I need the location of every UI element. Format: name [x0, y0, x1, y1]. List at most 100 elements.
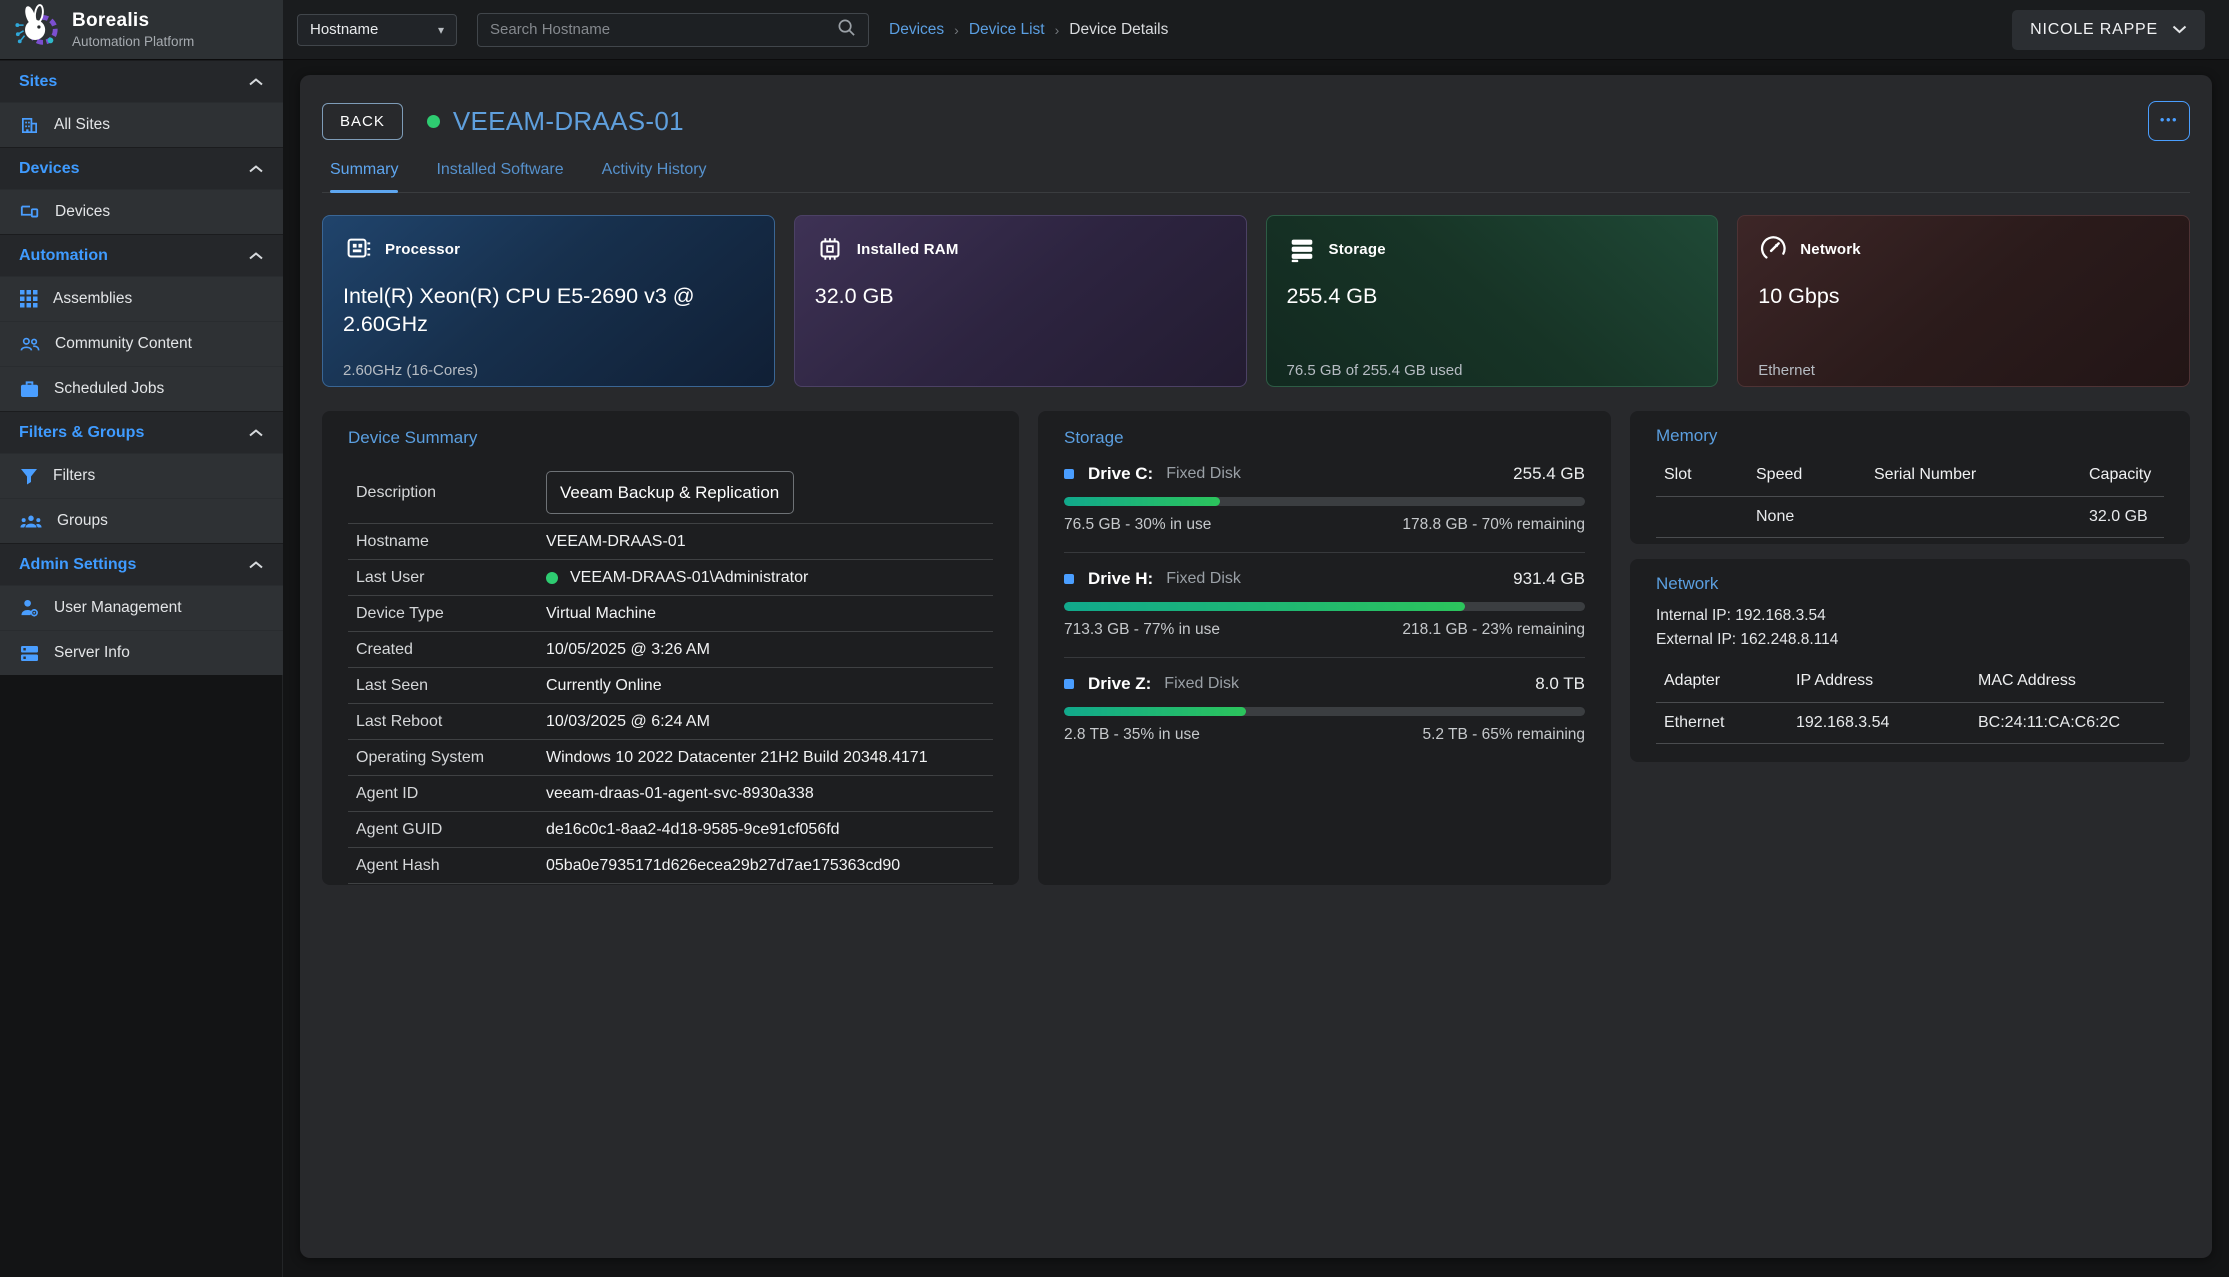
tab-installed-software[interactable]: Installed Software — [436, 161, 563, 192]
sidebar-item-filters[interactable]: Filters — [0, 453, 283, 498]
table-row: Agent ID veeam-draas-01-agent-svc-8930a3… — [348, 776, 993, 812]
chevron-up-icon — [249, 424, 263, 442]
search-input[interactable] — [490, 21, 837, 38]
table-row: Last Reboot 10/03/2025 @ 6:24 AM — [348, 704, 993, 740]
online-status-dot — [427, 115, 440, 128]
sidebar-item-label: Scheduled Jobs — [54, 380, 164, 398]
drive-head: Drive H: Fixed Disk 931.4 GB — [1064, 569, 1585, 589]
breadcrumb-separator-icon: › — [1055, 22, 1060, 38]
tab-activity-history[interactable]: Activity History — [602, 161, 707, 192]
cell-capacity: 32.0 GB — [2089, 508, 2156, 526]
sidebar-item-devices[interactable]: Devices — [0, 189, 283, 234]
sidebar-item-all-sites[interactable]: All Sites — [0, 102, 283, 147]
panel-title: Network — [1656, 574, 2164, 594]
processor-value: Intel(R) Xeon(R) CPU E5-2690 v3 @ 2.60GH… — [343, 282, 754, 344]
network-value: 10 Gbps — [1758, 282, 2169, 344]
drive-usage-fill — [1064, 602, 1465, 611]
drive-bullet-icon — [1064, 469, 1074, 479]
sidebar-item-assemblies[interactable]: Assemblies — [0, 276, 283, 321]
installed-ram-card: Installed RAM 32.0 GB — [794, 215, 1247, 387]
column-header: Adapter — [1664, 672, 1796, 690]
sidebar-item-groups[interactable]: Groups — [0, 498, 283, 543]
tabs-row: Summary Installed Software Activity Hist… — [322, 161, 2190, 193]
table-row: Created 10/05/2025 @ 3:26 AM — [348, 632, 993, 668]
top-bar: Borealis Automation Platform Hostname ▾ … — [0, 0, 2229, 60]
row-label: Created — [356, 641, 546, 659]
description-input[interactable] — [546, 471, 794, 514]
sidebar-item-scheduled-jobs[interactable]: Scheduled Jobs — [0, 366, 283, 411]
sidebar-item-label: Community Content — [55, 335, 192, 353]
back-button[interactable]: BACK — [322, 103, 403, 140]
drive-usage-bar — [1064, 602, 1585, 611]
table-row: Last User VEEAM-DRAAS-01\Administrator — [348, 560, 993, 596]
row-label: Agent ID — [356, 785, 546, 803]
device-title: VEEAM-DRAAS-01 — [453, 106, 684, 137]
network-table: Adapter IP Address MAC Address Ethernet … — [1656, 666, 2164, 744]
card-head: Network — [1758, 234, 2169, 264]
row-value: 05ba0e7935171d626ecea29b27d7ae175363cd90 — [546, 857, 900, 875]
card-title: Network — [1800, 241, 1861, 258]
chevron-up-icon — [249, 160, 263, 178]
chevron-up-icon — [249, 556, 263, 574]
row-label: Last User — [356, 569, 546, 587]
body-row: Sites All Sites Devices Devices Au — [0, 60, 2229, 1277]
sidebar-section-filters-groups[interactable]: Filters & Groups — [0, 411, 283, 453]
drive-name: Drive H: — [1088, 569, 1153, 589]
device-summary-panel: Device Summary Description Hostname VEEA… — [322, 411, 1019, 885]
gauge-icon — [1758, 234, 1788, 264]
drive-row: Drive Z: Fixed Disk 8.0 TB 2.8 TB - 35% … — [1064, 658, 1585, 762]
drive-stats: 713.3 GB - 77% in use 218.1 GB - 23% rem… — [1064, 621, 1585, 639]
card-title: Installed RAM — [857, 241, 959, 258]
sidebar-item-user-management[interactable]: User Management — [0, 585, 283, 630]
devices-icon — [20, 203, 40, 221]
people-icon — [20, 336, 40, 352]
server-icon — [20, 645, 39, 662]
table-row: None 32.0 GB — [1656, 496, 2164, 538]
network-footer: Ethernet — [1758, 362, 2169, 379]
sidebar-item-label: Groups — [57, 512, 108, 530]
hostname-filter-select[interactable]: Hostname ▾ — [297, 14, 457, 46]
sidebar-section-label: Sites — [19, 73, 57, 91]
hostname-filter-label: Hostname — [310, 21, 378, 38]
device-header: BACK VEEAM-DRAAS-01 ••• — [322, 101, 2190, 141]
panel-title: Storage — [1064, 428, 1585, 448]
more-options-button[interactable]: ••• — [2148, 101, 2190, 141]
breadcrumb-device-details: Device Details — [1069, 21, 1168, 39]
row-label: Last Seen — [356, 677, 546, 695]
breadcrumb-device-list[interactable]: Device List — [969, 21, 1045, 39]
sidebar-section-sites[interactable]: Sites — [0, 60, 283, 102]
drive-stats: 2.8 TB - 35% in use 5.2 TB - 65% remaini… — [1064, 726, 1585, 744]
sidebar-item-community-content[interactable]: Community Content — [0, 321, 283, 366]
ram-icon — [815, 234, 845, 264]
sidebar-section-devices[interactable]: Devices — [0, 147, 283, 189]
panel-title: Memory — [1656, 426, 2164, 446]
user-menu-button[interactable]: NICOLE RAPPE — [2012, 10, 2205, 50]
drive-type: Fixed Disk — [1166, 465, 1241, 483]
breadcrumb-devices[interactable]: Devices — [889, 21, 944, 39]
sidebar-section-automation[interactable]: Automation — [0, 234, 283, 276]
sidebar-section-label: Automation — [19, 247, 108, 265]
row-value: 10/03/2025 @ 6:24 AM — [546, 713, 710, 731]
drive-used-text: 76.5 GB - 30% in use — [1064, 516, 1211, 534]
drive-row: Drive C: Fixed Disk 255.4 GB 76.5 GB - 3… — [1064, 448, 1585, 553]
tab-summary[interactable]: Summary — [330, 161, 398, 192]
sidebar-item-label: User Management — [54, 599, 182, 617]
storage-panel: Storage Drive C: Fixed Disk 255.4 GB 76.… — [1038, 411, 1611, 885]
chevron-up-icon — [249, 247, 263, 265]
logo-block: Borealis Automation Platform — [0, 0, 283, 59]
storage-card: Storage 255.4 GB 76.5 GB of 255.4 GB use… — [1266, 215, 1719, 387]
sidebar-item-server-info[interactable]: Server Info — [0, 630, 283, 675]
storage-icon — [1287, 234, 1317, 264]
sidebar-item-label: Server Info — [54, 644, 130, 662]
sidebar-section-admin-settings[interactable]: Admin Settings — [0, 543, 283, 585]
drive-size: 8.0 TB — [1535, 674, 1585, 694]
drive-remaining-text: 178.8 GB - 70% remaining — [1402, 516, 1585, 534]
memory-panel: Memory Slot Speed Serial Number Capacity — [1630, 411, 2190, 544]
card-head: Storage — [1287, 234, 1698, 264]
column-header: MAC Address — [1978, 672, 2156, 690]
card-title: Processor — [385, 241, 460, 258]
memory-table: Slot Speed Serial Number Capacity None — [1656, 460, 2164, 538]
column-header: Speed — [1756, 466, 1874, 484]
drive-head: Drive Z: Fixed Disk 8.0 TB — [1064, 674, 1585, 694]
network-card: Network 10 Gbps Ethernet — [1737, 215, 2190, 387]
